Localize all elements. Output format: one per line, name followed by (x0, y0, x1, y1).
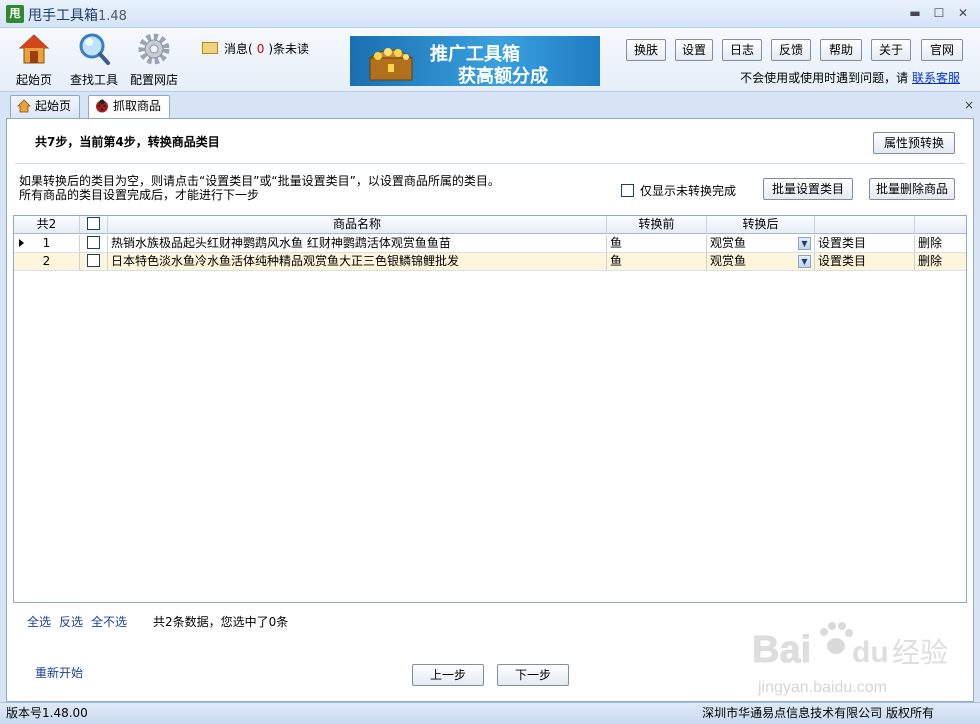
tab-home[interactable]: 起始页 (10, 95, 81, 118)
selection-summary: 共2条数据，您选中了0条 (153, 615, 289, 629)
instruction-line-2: 所有商品的类目设置完成后，才能进行下一步 (19, 188, 260, 202)
about-button[interactable]: 关于 (871, 39, 911, 61)
divider (15, 163, 965, 164)
prev-step-button[interactable]: 上一步 (412, 664, 484, 686)
minimize-button[interactable]: ▬ (906, 4, 924, 22)
skin-button[interactable]: 换肤 (626, 39, 666, 61)
row-number: 1 (14, 235, 80, 253)
category-after-select[interactable]: 观赏鱼 ▼ (707, 235, 815, 253)
product-name: 日本特色淡水鱼冷水鱼活体纯种精品观赏鱼大正三色银鳞锦鲤批发 (108, 253, 607, 271)
table-row[interactable]: 1 热销水族极品起头红财神鹦鹉风水鱼 红财神鹦鹉活体观赏鱼鱼苗 鱼 观赏鱼 ▼ 设… (14, 235, 966, 253)
close-tab-icon[interactable]: × (964, 98, 974, 112)
row-checkbox[interactable] (87, 254, 100, 267)
chevron-down-icon[interactable]: ▼ (798, 237, 811, 250)
chevron-down-icon[interactable]: ▼ (798, 255, 811, 268)
next-step-button[interactable]: 下一步 (497, 664, 569, 686)
selection-links: 全选 反选 全不选 (27, 613, 135, 630)
product-grid: 共2 商品名称 转换前 转换后 1 热销水族极品起头红财神鹦鹉风水鱼 红财神鹦鹉… (13, 215, 967, 603)
window-title: 甩手工具箱1.48 (28, 8, 127, 24)
status-bar: 版本号1.48.00 深圳市华通易点信息技术有限公司 版权所有 (0, 702, 980, 724)
table-row[interactable]: 2 日本特色淡水鱼冷水鱼活体纯种精品观赏鱼大正三色银鳞锦鲤批发 鱼 观赏鱼 ▼ 设… (14, 253, 966, 271)
batch-set-category-button[interactable]: 批量设置类目 (763, 178, 853, 200)
row-checkbox-cell[interactable] (80, 253, 108, 271)
grid-header: 共2 商品名称 转换前 转换后 (14, 216, 966, 234)
select-none-link[interactable]: 全不选 (91, 615, 127, 629)
row-indicator-icon (19, 239, 24, 247)
delete-link[interactable]: 删除 (915, 253, 966, 271)
delete-link[interactable]: 删除 (915, 235, 966, 253)
step-title: 共7步，当前第4步，转换商品类目 (35, 135, 220, 149)
help-line: 不会使用或使用时遇到问题，请 联系客服 (740, 71, 960, 85)
feedback-button[interactable]: 反馈 (771, 39, 811, 61)
set-category-link[interactable]: 设置类目 (815, 235, 915, 253)
header-select-all[interactable] (80, 216, 108, 234)
website-button[interactable]: 官网 (921, 39, 963, 61)
checkbox[interactable] (621, 184, 634, 197)
only-unconverted-checkbox[interactable]: 仅显示未转换完成 (621, 182, 736, 199)
unread-count: 0 (256, 42, 265, 56)
home-icon (18, 34, 50, 64)
product-name: 热销水族极品起头红财神鹦鹉风水鱼 红财神鹦鹉活体观赏鱼鱼苗 (108, 235, 607, 253)
close-window-button[interactable]: ✕ (954, 4, 972, 22)
version-label: 版本号1.48.00 (6, 706, 88, 720)
help-button[interactable]: 帮助 (820, 39, 862, 61)
category-after-select[interactable]: 观赏鱼 ▼ (707, 253, 815, 271)
row-number: 2 (14, 253, 80, 271)
restart-link[interactable]: 重新开始 (35, 664, 83, 681)
treasure-chest-icon (368, 48, 414, 81)
contact-support-link[interactable]: 联系客服 (912, 71, 960, 85)
magnifier-icon (79, 33, 110, 65)
tab-bar: 起始页 抓取商品 × (0, 92, 980, 119)
select-all-checkbox[interactable] (87, 217, 100, 230)
banner-line2: 获高额分成 (458, 66, 548, 86)
title-bar: 甩 甩手工具箱1.48 ▬ ☐ ✕ (0, 0, 980, 28)
app-logo-icon: 甩 (6, 5, 24, 23)
promo-banner[interactable]: 推广工具箱 获高额分成 (350, 36, 600, 86)
home-icon (17, 99, 31, 113)
select-all-link[interactable]: 全选 (27, 615, 51, 629)
category-before: 鱼 (607, 253, 707, 271)
attribute-preconvert-button[interactable]: 属性预转换 (873, 132, 955, 154)
main-panel: 共7步，当前第4步，转换商品类目 属性预转换 如果转换后的类目为空，则请点击“设… (6, 118, 974, 702)
toolbar: 起始页 查找工具 配置网店 消息(0)条未读 推广工具箱 获高额分成 换肤 设 (0, 28, 980, 92)
log-button[interactable]: 日志 (722, 39, 762, 61)
home-tool-button[interactable]: 起始页 (14, 32, 54, 88)
row-checkbox-cell[interactable] (80, 235, 108, 253)
ladybug-icon (96, 99, 108, 113)
header-product-name[interactable]: 商品名称 (108, 216, 607, 234)
header-set (815, 216, 915, 234)
category-before: 鱼 (607, 235, 707, 253)
invert-selection-link[interactable]: 反选 (59, 615, 83, 629)
header-count: 共2 (14, 216, 80, 234)
messages-indicator[interactable]: 消息(0)条未读 (202, 40, 309, 57)
settings-button[interactable]: 设置 (675, 39, 713, 61)
tab-fetch-products[interactable]: 抓取商品 (88, 95, 171, 119)
set-category-link[interactable]: 设置类目 (815, 253, 915, 271)
row-checkbox[interactable] (87, 236, 100, 249)
config-shop-button[interactable]: 配置网店 (128, 32, 180, 88)
envelope-icon (202, 42, 218, 54)
header-after[interactable]: 转换后 (707, 216, 815, 234)
maximize-button[interactable]: ☐ (930, 4, 948, 22)
find-tools-button[interactable]: 查找工具 (68, 32, 120, 88)
batch-delete-products-button[interactable]: 批量删除商品 (869, 178, 955, 200)
header-delete (915, 216, 966, 234)
header-before[interactable]: 转换前 (607, 216, 707, 234)
gear-icon (138, 33, 170, 65)
copyright-label: 深圳市华通易点信息技术有限公司 版权所有 (702, 706, 934, 720)
